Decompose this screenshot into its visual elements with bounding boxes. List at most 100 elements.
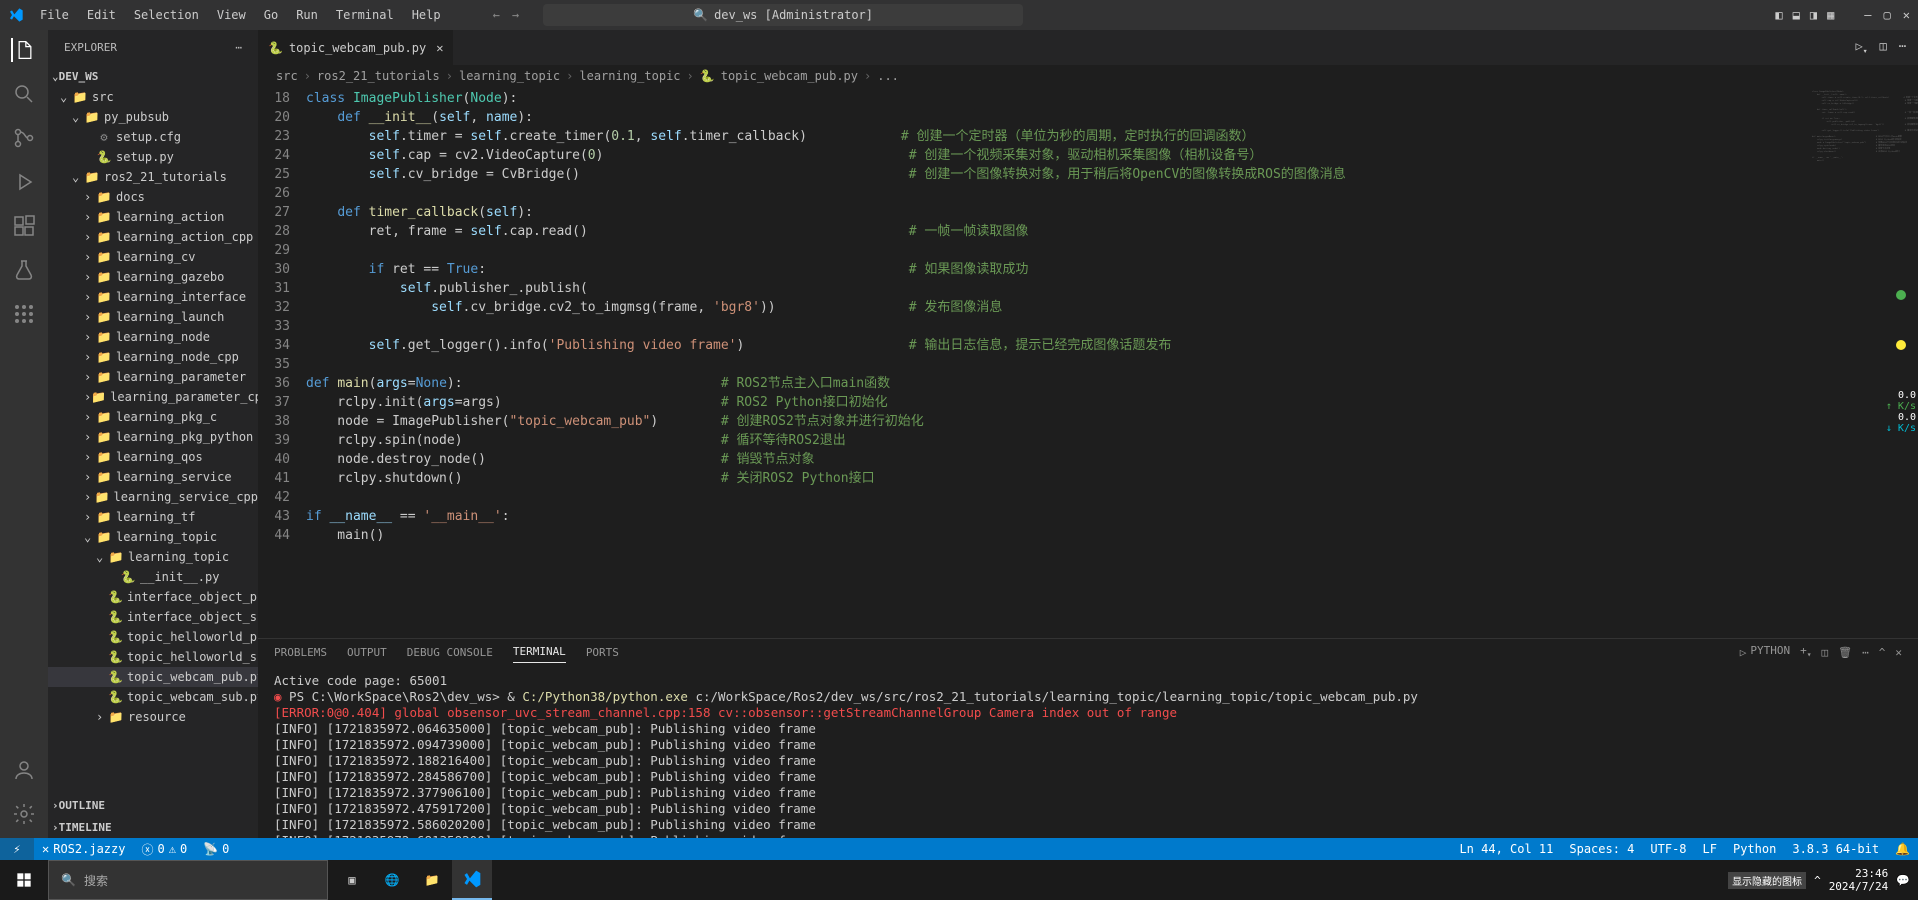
status-problems[interactable]: ⓧ 0 ⚠ 0	[133, 841, 195, 858]
status-item[interactable]: 3.8.3 64-bit	[1784, 842, 1887, 856]
nav-back-icon[interactable]: ←	[493, 8, 500, 22]
menu-run[interactable]: Run	[288, 4, 326, 26]
pin-edge[interactable]: 🌐	[372, 860, 412, 900]
settings-icon[interactable]	[12, 802, 36, 826]
tree-folder-learning_launch[interactable]: ›📁learning_launch	[48, 307, 258, 327]
tree-file-interface_object_pub.py[interactable]: 🐍interface_object_pub.py	[48, 587, 258, 607]
tree-folder-learning_qos[interactable]: ›📁learning_qos	[48, 447, 258, 467]
menu-help[interactable]: Help	[404, 4, 449, 26]
tree-folder-learning_gazebo[interactable]: ›📁learning_gazebo	[48, 267, 258, 287]
folder-root[interactable]: ⌄DEV_WS	[48, 65, 258, 87]
menu-selection[interactable]: Selection	[126, 4, 207, 26]
tree-folder-resource[interactable]: ›📁resource	[48, 707, 258, 727]
extensions-icon[interactable]	[12, 214, 36, 238]
tree-folder-learning_pkg_python[interactable]: ›📁learning_pkg_python	[48, 427, 258, 447]
tree-file-__init__.py[interactable]: 🐍__init__.py	[48, 567, 258, 587]
tree-file-interface_object_sub.py[interactable]: 🐍interface_object_sub.py	[48, 607, 258, 627]
tree-file-topic_helloworld_sub.py[interactable]: 🐍topic_helloworld_sub.py	[48, 647, 258, 667]
kill-terminal-icon[interactable]: 🗑	[1838, 646, 1852, 663]
tree-folder-py_pubsub[interactable]: ⌄📁py_pubsub	[48, 107, 258, 127]
terminal-profile[interactable]: ▷ Python	[1740, 644, 1790, 665]
panel-more-icon[interactable]: ⋯	[1862, 646, 1869, 663]
debug-icon[interactable]	[12, 170, 36, 194]
nav-fwd-icon[interactable]: →	[512, 8, 519, 22]
tree-folder-learning_service_cpp[interactable]: ›📁learning_service_cpp	[48, 487, 258, 507]
status-branch[interactable]: ✕ ROS2.jazzy	[34, 842, 133, 856]
split-terminal-icon[interactable]: ◫	[1822, 646, 1829, 663]
panel-tab-problems[interactable]: PROBLEMS	[274, 646, 327, 663]
panel-tab-debug-console[interactable]: DEBUG CONSOLE	[407, 646, 493, 663]
status-ports[interactable]: 📡 0	[195, 842, 237, 856]
tree-folder-learning_cv[interactable]: ›📁learning_cv	[48, 247, 258, 267]
testing-icon[interactable]	[12, 258, 36, 282]
run-icon[interactable]: ▷▾	[1855, 39, 1867, 55]
layout-custom-icon[interactable]: ▦	[1827, 8, 1834, 22]
tab-more-icon[interactable]: ⋯	[1899, 39, 1906, 55]
tree-file-setup.py[interactable]: 🐍setup.py	[48, 147, 258, 167]
status-item[interactable]: Ln 44, Col 11	[1451, 842, 1561, 856]
tree-folder-learning_node_cpp[interactable]: ›📁learning_node_cpp	[48, 347, 258, 367]
panel-tab-ports[interactable]: PORTS	[586, 646, 619, 663]
menu-file[interactable]: File	[32, 4, 77, 26]
tree-folder-learning_service[interactable]: ›📁learning_service	[48, 467, 258, 487]
code-editor[interactable]: class ImagePublisher(Node): def __init__…	[306, 87, 1808, 638]
tree-folder-docs[interactable]: ›📁docs	[48, 187, 258, 207]
close-panel-icon[interactable]: ✕	[1895, 646, 1902, 663]
tree-folder-learning_topic[interactable]: ⌄📁learning_topic	[48, 527, 258, 547]
taskbar-search[interactable]: 🔍 搜索	[48, 860, 328, 900]
terminal[interactable]: Active code page: 65001 ◉ PS C:\WorkSpac…	[258, 669, 1918, 838]
tray-clock[interactable]: 23:46 2024/7/24	[1829, 867, 1889, 893]
tree-folder-learning_interface[interactable]: ›📁learning_interface	[48, 287, 258, 307]
tree-folder-learning_topic[interactable]: ⌄📁learning_topic	[48, 547, 258, 567]
pin-vscode[interactable]	[452, 860, 492, 900]
tray-notif-icon[interactable]: 💬	[1896, 874, 1910, 887]
tree-folder-learning_node[interactable]: ›📁learning_node	[48, 327, 258, 347]
maximize-icon[interactable]: ▢	[1884, 8, 1891, 22]
menu-terminal[interactable]: Terminal	[328, 4, 402, 26]
maximize-panel-icon[interactable]: ^	[1879, 646, 1886, 663]
tree-file-topic_webcam_pub.py[interactable]: 🐍topic_webcam_pub.py	[48, 667, 258, 687]
search-view-icon[interactable]	[12, 82, 36, 106]
account-icon[interactable]	[12, 758, 36, 782]
new-terminal-icon[interactable]: +▾	[1800, 644, 1811, 663]
status-item[interactable]: Python	[1725, 842, 1784, 856]
status-item[interactable]: UTF-8	[1642, 842, 1694, 856]
panel-tab-terminal[interactable]: TERMINAL	[513, 645, 566, 663]
layout-right-icon[interactable]: ◨	[1810, 8, 1817, 22]
layout-left-icon[interactable]: ◧	[1775, 8, 1782, 22]
status-item[interactable]: LF	[1695, 842, 1725, 856]
ros-icon[interactable]	[12, 302, 36, 326]
remote-icon[interactable]: ⚡	[0, 838, 34, 860]
editor-tab[interactable]: 🐍 topic_webcam_pub.py ✕	[258, 30, 454, 65]
outline-section[interactable]: ›OUTLINE	[48, 794, 258, 816]
explorer-icon[interactable]	[11, 38, 35, 62]
tree-folder-learning_tf[interactable]: ›📁learning_tf	[48, 507, 258, 527]
tree-folder-src[interactable]: ⌄📁src	[48, 87, 258, 107]
split-editor-icon[interactable]: ◫	[1880, 39, 1887, 55]
menu-view[interactable]: View	[209, 4, 254, 26]
layout-bottom-icon[interactable]: ⬓	[1793, 8, 1800, 22]
tree-file-setup.cfg[interactable]: ⚙setup.cfg	[48, 127, 258, 147]
tree-folder-learning_parameter[interactable]: ›📁learning_parameter	[48, 367, 258, 387]
scm-icon[interactable]	[12, 126, 36, 150]
more-icon[interactable]: ⋯	[235, 41, 242, 54]
minimize-icon[interactable]: —	[1864, 8, 1871, 22]
tray-up-icon[interactable]: ^	[1814, 874, 1821, 887]
panel-tab-output[interactable]: OUTPUT	[347, 646, 387, 663]
tree-folder-learning_action_cpp[interactable]: ›📁learning_action_cpp	[48, 227, 258, 247]
command-center[interactable]: 🔍 dev_ws [Administrator]	[543, 4, 1023, 26]
tree-folder-ros2_21_tutorials[interactable]: ⌄📁ros2_21_tutorials	[48, 167, 258, 187]
tree-file-topic_helloworld_pub.py[interactable]: 🐍topic_helloworld_pub.py	[48, 627, 258, 647]
status-item[interactable]: Spaces: 4	[1561, 842, 1642, 856]
menu-go[interactable]: Go	[256, 4, 286, 26]
status-bell-icon[interactable]: 🔔	[1887, 842, 1918, 856]
tray-tip[interactable]: 显示隐藏的图标	[1728, 872, 1806, 889]
start-button[interactable]	[0, 860, 48, 900]
tree-file-topic_webcam_sub.py[interactable]: 🐍topic_webcam_sub.py	[48, 687, 258, 707]
tab-close-icon[interactable]: ✕	[436, 41, 443, 55]
close-icon[interactable]: ✕	[1903, 8, 1910, 22]
tree-folder-learning_pkg_c[interactable]: ›📁learning_pkg_c	[48, 407, 258, 427]
tree-folder-learning_action[interactable]: ›📁learning_action	[48, 207, 258, 227]
timeline-section[interactable]: ›TIMELINE	[48, 816, 258, 838]
tree-folder-learning_parameter_cpp[interactable]: ›📁learning_parameter_cpp	[48, 387, 258, 407]
